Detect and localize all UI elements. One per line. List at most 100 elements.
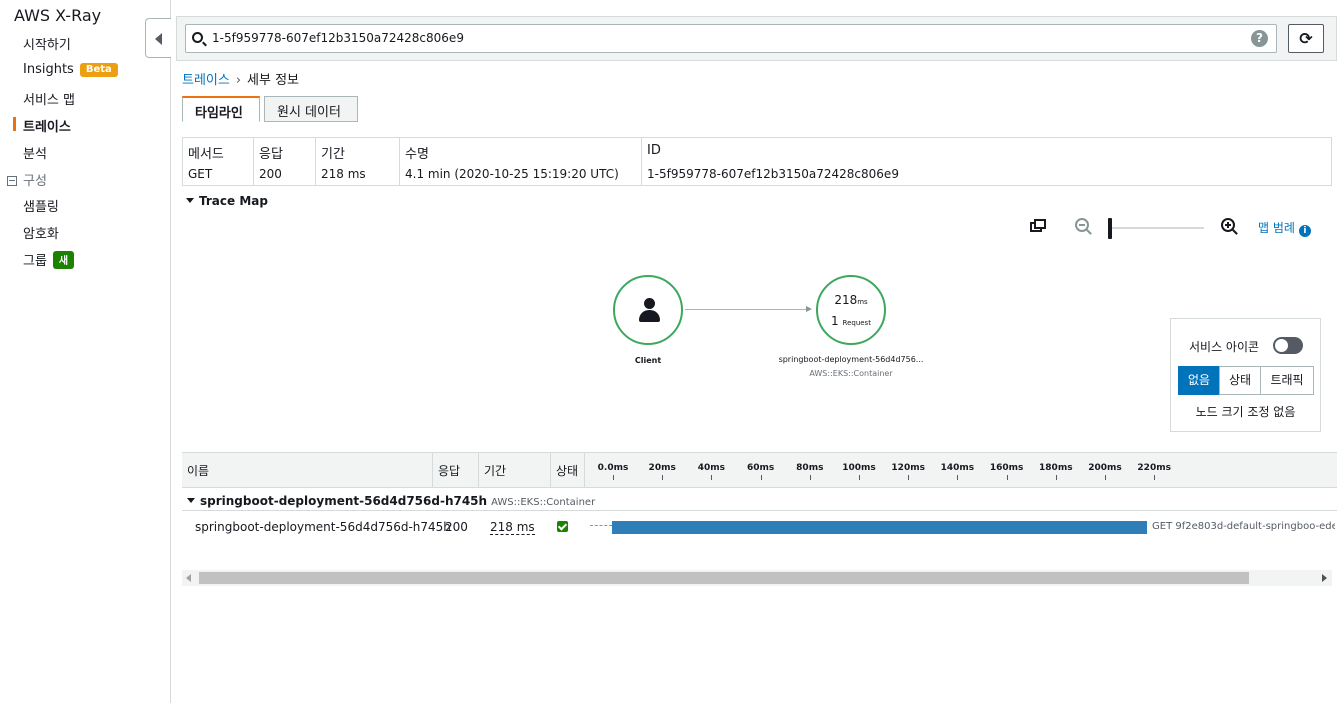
sidebar-item-sampling[interactable]: 샘플링 xyxy=(23,196,59,215)
breadcrumb-traces[interactable]: 트레이스 xyxy=(182,73,230,88)
col-header-name[interactable]: 이름 xyxy=(182,453,433,487)
breadcrumb: 트레이스 › 세부 정보 xyxy=(182,69,299,88)
sidebar-group-configuration[interactable]: 구성 xyxy=(7,170,47,189)
table-row[interactable]: springboot-deployment-56d4d756d-h745h 20… xyxy=(182,514,1337,540)
help-icon[interactable]: ? xyxy=(1251,30,1268,47)
timeline-tick-mark xyxy=(1006,475,1008,480)
timeline-tick-label: 160ms xyxy=(989,463,1024,473)
sidebar-item-insights[interactable]: Insights Beta xyxy=(23,62,118,77)
collapse-sidebar-button[interactable] xyxy=(145,18,171,58)
summary-value: 4.1 min (2020-10-25 15:19:20 UTC) xyxy=(405,167,619,181)
segment-response: 200 xyxy=(445,520,468,534)
summary-col-id: ID 1-5f959778-607ef12b3150a72428c806e9 xyxy=(642,138,1331,185)
sidebar-item-analytics[interactable]: 분석 xyxy=(23,143,47,162)
search-value: 1-5f959778-607ef12b3150a72428c806e9 xyxy=(212,31,464,45)
summary-value: GET xyxy=(188,167,213,181)
sidebar-item-service-map[interactable]: 서비스 맵 xyxy=(23,89,75,108)
client-node[interactable] xyxy=(613,275,683,345)
sidebar-item-getting-started[interactable]: 시작하기 xyxy=(23,34,71,53)
zoom-slider-track[interactable] xyxy=(1110,227,1204,229)
timeline-tick-label: 200ms xyxy=(1088,463,1122,473)
service-node[interactable]: 218ms 1 Request xyxy=(816,275,886,345)
app-title[interactable]: AWS X-Ray xyxy=(14,6,101,25)
segment-duration[interactable]: 218 ms xyxy=(490,520,535,535)
timeline-tick-label: 140ms xyxy=(940,463,975,473)
new-badge: 새 xyxy=(52,251,75,269)
segment-name: springboot-deployment-56d4d756d-h745h xyxy=(195,520,451,534)
service-node-label: springboot-deployment-56d4d756... xyxy=(778,355,924,364)
summary-header: 수명 xyxy=(405,147,429,162)
user-icon xyxy=(644,298,655,309)
col-header-duration[interactable]: 기간 xyxy=(479,453,551,487)
active-indicator xyxy=(13,117,16,131)
timeline-tick-label: 180ms xyxy=(1039,463,1073,473)
scrollbar-thumb[interactable] xyxy=(199,572,1249,584)
summary-value: 200 xyxy=(259,167,282,181)
refresh-icon: ⟳ xyxy=(1299,29,1313,48)
node-latency: 218 xyxy=(834,293,858,307)
segment-group-toggle[interactable]: springboot-deployment-56d4d756d-h745h AWS… xyxy=(187,494,595,508)
summary-col-age: 수명 4.1 min (2020-10-25 15:19:20 UTC) xyxy=(400,138,642,185)
timeline-tick-label: 120ms xyxy=(891,463,925,473)
timeline-tick-label: 220ms xyxy=(1137,463,1171,473)
user-icon-body xyxy=(639,310,660,322)
trace-map-toggle[interactable]: Trace Map xyxy=(186,194,268,208)
summary-col-response: 응답 200 xyxy=(254,138,316,185)
summary-value: 218 ms xyxy=(321,167,366,181)
col-header-response[interactable]: 응답 xyxy=(433,453,479,487)
scroll-right-arrow-icon[interactable] xyxy=(1322,574,1327,582)
summary-col-duration: 기간 218 ms xyxy=(316,138,400,185)
timeline-tick-mark xyxy=(809,475,811,480)
sidebar-group-label: 구성 xyxy=(23,174,47,189)
horizontal-scrollbar[interactable] xyxy=(182,570,1332,586)
info-icon: i xyxy=(1298,225,1311,237)
summary-header: ID xyxy=(647,143,661,158)
map-legend-label: 맵 범례 xyxy=(1258,221,1295,235)
search-icon xyxy=(192,32,203,43)
collapse-square-icon xyxy=(7,176,17,186)
caret-down-icon xyxy=(187,498,195,503)
zoom-out-icon[interactable] xyxy=(1075,218,1093,236)
node-size-traffic-button[interactable]: 트래픽 xyxy=(1260,366,1314,395)
tab-timeline[interactable]: 타임라인 xyxy=(182,96,260,122)
timeline-tick-mark xyxy=(662,475,664,480)
timeline-tick-mark xyxy=(711,475,713,480)
segment-group-type: AWS::EKS::Container xyxy=(491,497,596,508)
timeline-tick-label: 20ms xyxy=(648,463,676,473)
client-to-service-edge[interactable] xyxy=(685,306,812,312)
sidebar-item-traces[interactable]: 트레이스 xyxy=(23,116,71,135)
timeline-tick-label: 80ms xyxy=(796,463,824,473)
service-node-type: AWS::EKS::Container xyxy=(809,369,893,378)
summary-value: 1-5f959778-607ef12b3150a72428c806e9 xyxy=(647,167,899,181)
service-icon-toggle[interactable] xyxy=(1273,337,1303,354)
caret-down-icon xyxy=(186,198,194,203)
client-node-label: Client xyxy=(634,356,662,365)
node-size-status: 노드 크기 조정 없음 xyxy=(1195,405,1296,419)
node-size-none-button[interactable]: 없음 xyxy=(1178,366,1220,395)
zoom-in-icon[interactable] xyxy=(1221,218,1239,236)
map-legend-link[interactable]: 맵 범례 i xyxy=(1258,219,1311,237)
timeline-tick-mark xyxy=(859,475,860,480)
trace-id-search-input[interactable]: 1-5f959778-607ef12b3150a72428c806e9 ? xyxy=(185,24,1277,53)
fit-to-screen-icon[interactable] xyxy=(1030,219,1046,233)
col-header-status[interactable]: 상태 xyxy=(551,453,585,487)
sidebar-item-label: Insights xyxy=(23,62,74,77)
node-latency-unit: ms xyxy=(857,298,868,306)
timeline-tick-mark xyxy=(1154,475,1156,480)
refresh-button[interactable]: ⟳ xyxy=(1288,24,1324,53)
segment-timeline-bar[interactable] xyxy=(612,521,1147,534)
search-bar: 1-5f959778-607ef12b3150a72428c806e9 ? ⟳ xyxy=(176,16,1337,61)
timeline-tick-mark xyxy=(1055,475,1057,480)
zoom-slider-handle[interactable] xyxy=(1108,218,1112,239)
breadcrumb-current: 세부 정보 xyxy=(247,73,300,88)
tab-raw-data[interactable]: 원시 데이터 xyxy=(264,96,358,122)
timeline-tick-label: 100ms xyxy=(842,463,876,473)
beta-badge: Beta xyxy=(79,63,118,77)
trace-summary-table: 메서드 GET 응답 200 기간 218 ms 수명 4.1 min (202… xyxy=(182,137,1332,186)
sidebar-item-groups[interactable]: 그룹 새 xyxy=(23,250,75,269)
node-size-health-button[interactable]: 상태 xyxy=(1219,366,1261,395)
timeline-tick-mark xyxy=(908,475,910,480)
node-requests: 1 xyxy=(831,314,839,328)
sidebar-item-encryption[interactable]: 암호화 xyxy=(23,223,59,242)
scroll-left-arrow-icon[interactable] xyxy=(186,574,191,582)
